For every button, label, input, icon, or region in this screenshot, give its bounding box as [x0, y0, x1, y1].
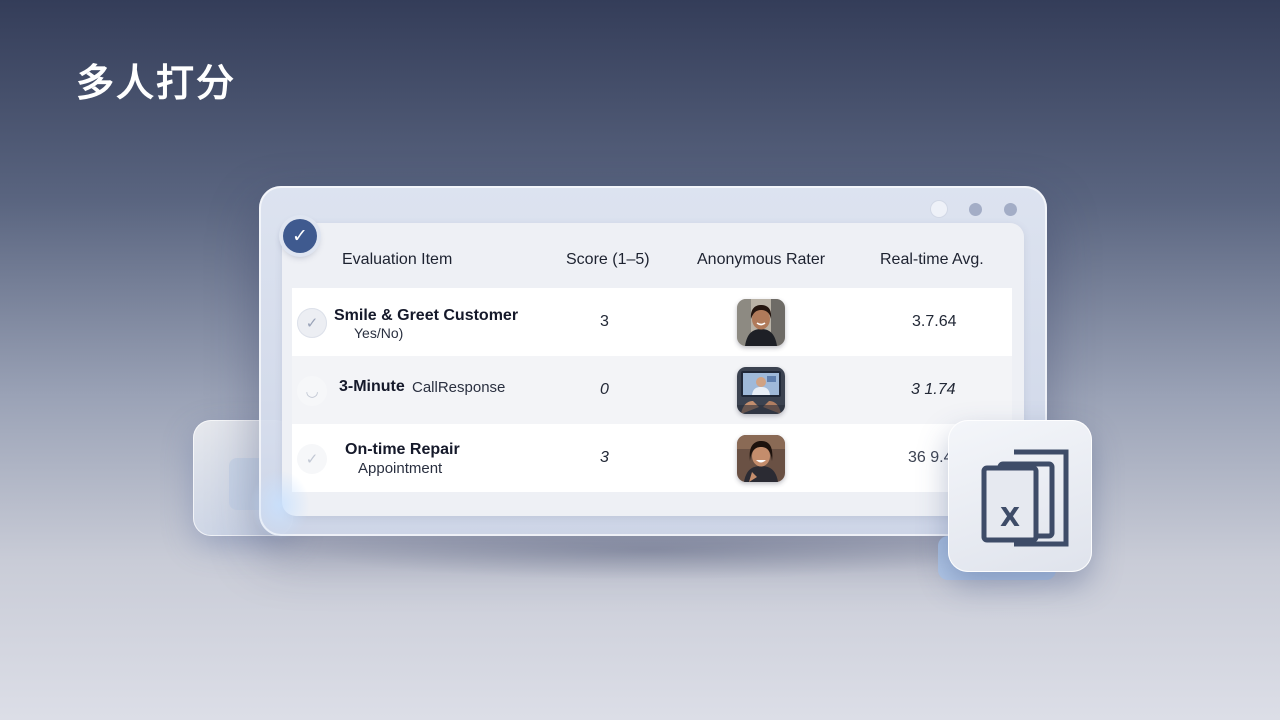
header-anonymous-rater: Anonymous Rater: [697, 251, 826, 268]
item-subtitle: Appointment: [358, 460, 443, 477]
table-row[interactable]: ✓ Smile & Greet Customer Yes/No) 3 3.7.6…: [292, 288, 1012, 356]
average-value: 3 1.74: [911, 381, 956, 398]
window-controls: [931, 201, 1017, 217]
window-glow: [250, 470, 310, 540]
score-value: 3: [600, 449, 609, 466]
export-letter: X: [1000, 503, 1020, 533]
window-control-dot[interactable]: [931, 201, 947, 217]
window-control-dot[interactable]: [969, 203, 982, 216]
rater-photo-video-call: [737, 367, 785, 414]
table-row[interactable]: ✓ On-time Repair Appointment 3 36 9.4: [292, 424, 1012, 492]
average-value: 36 9.4: [908, 449, 953, 466]
window-control-dot[interactable]: [1004, 203, 1017, 216]
export-excel-button[interactable]: X: [948, 420, 1092, 572]
average-value: 3.7.64: [912, 313, 957, 330]
header-realtime-avg: Real-time Avg.: [880, 251, 984, 268]
score-table: Evaluation Item Score (1–5) Anonymous Ra…: [282, 223, 1024, 516]
table-row[interactable]: ◡ 3-Minute CallResponse 0 3 1.74: [292, 356, 1012, 424]
item-title-tail: CallResponse: [412, 379, 506, 396]
score-window: Evaluation Item Score (1–5) Anonymous Ra…: [259, 186, 1047, 536]
excel-file-icon: X: [981, 449, 1069, 547]
check-icon[interactable]: ✓: [297, 308, 327, 338]
item-title: 3-Minute: [339, 378, 405, 395]
rater-photo-woman-laughing: [737, 435, 785, 482]
header-evaluation-item: Evaluation Item: [342, 251, 453, 268]
page-title: 多人打分: [76, 61, 237, 105]
check-icon[interactable]: ◡: [297, 376, 327, 406]
score-value: 0: [600, 381, 609, 398]
check-circle-icon[interactable]: ✓: [283, 219, 317, 253]
table-header: Evaluation Item Score (1–5) Anonymous Ra…: [282, 223, 1024, 289]
item-subtitle: Yes/No): [354, 325, 404, 341]
score-value: 3: [600, 313, 609, 330]
header-score: Score (1–5): [566, 251, 650, 268]
item-title: Smile & Greet Customer: [334, 307, 519, 324]
item-title: On-time Repair: [345, 441, 460, 458]
rater-photo-woman-smiling: [737, 299, 785, 346]
